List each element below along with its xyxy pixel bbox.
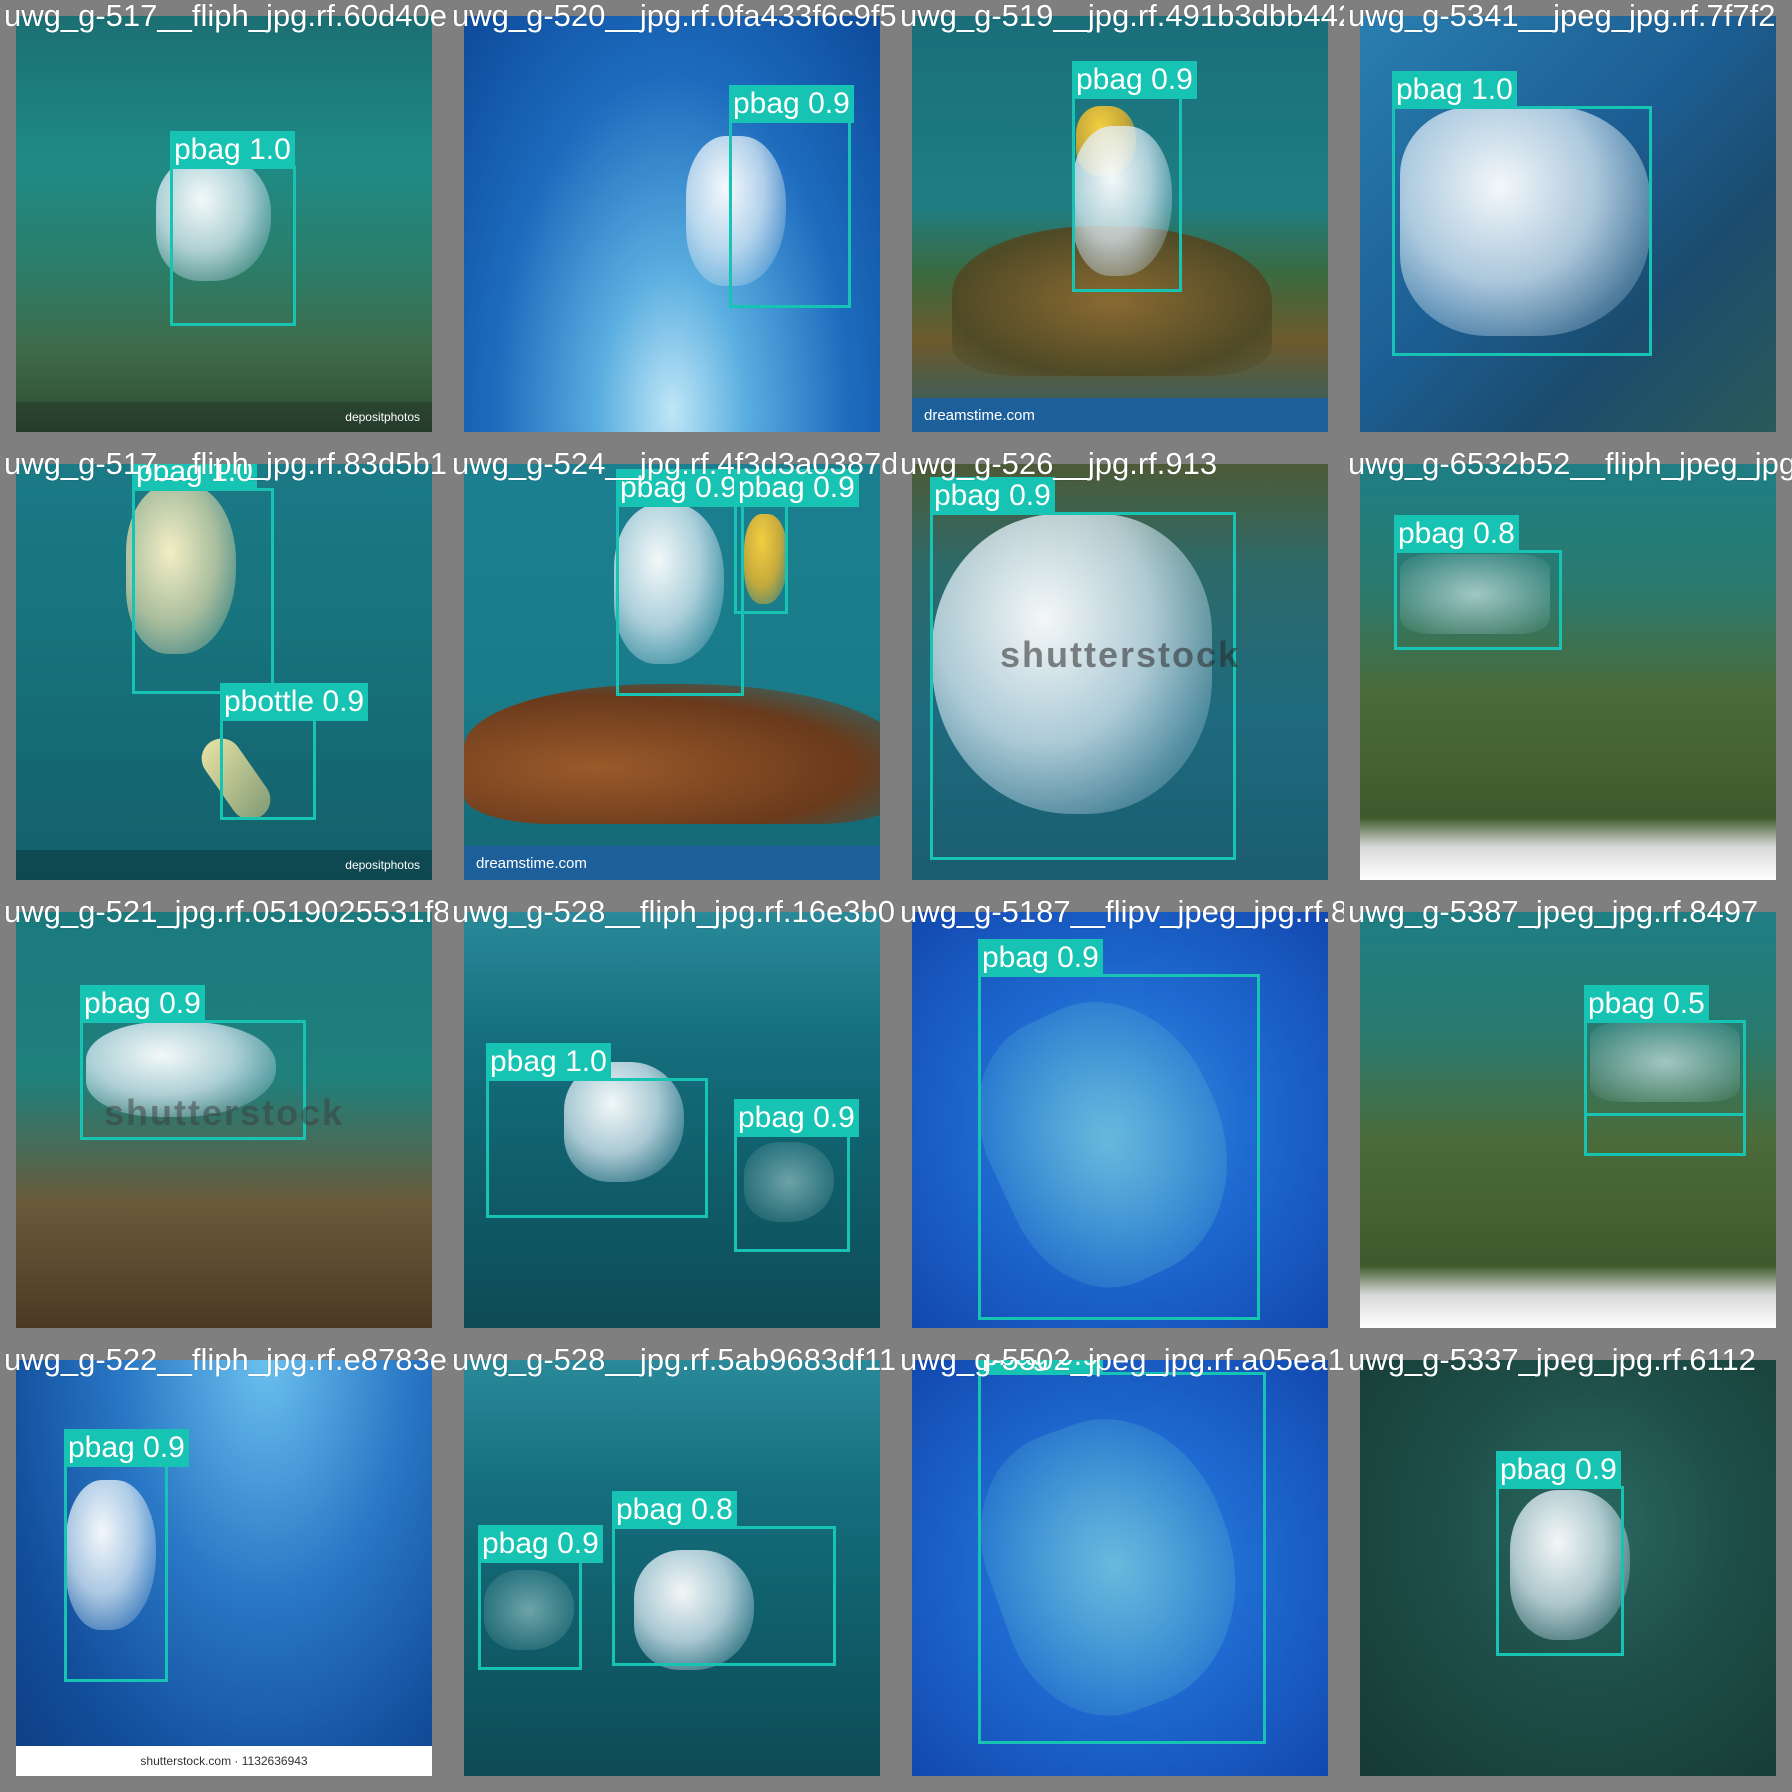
detection-box: pbag 0.9 — [729, 85, 854, 308]
coral-reef — [464, 684, 880, 824]
tile-7: pbag 0.9 shutterstock uwg_g-526__jpg.rf.… — [896, 448, 1344, 896]
underwater-scene: pbag 1.0 depositphotos — [16, 16, 432, 432]
detection-label: pbag 0.8 — [612, 1491, 737, 1529]
underwater-scene: pbag 0.9 — [1360, 1360, 1776, 1776]
detection-label: pbottle 0.9 — [220, 683, 369, 721]
tile-2: pbag 0.9 uwg_g-520__jpg.rf.0fa433f6c9f5f… — [448, 0, 896, 448]
underwater-scene: pbag 0.9 dreamstime.com — [912, 16, 1328, 432]
detection-box-overlap — [1584, 1020, 1746, 1156]
tile-6: pbag 0.9 pbag 0.9 dreamstime.com uwg_g-5… — [448, 448, 896, 896]
tile-filename: uwg_g-528__jpg.rf.5ab9683df119 — [452, 1344, 896, 1377]
detection-box: pbag 0.9 — [478, 1525, 603, 1670]
underwater-scene: pbag 0.9 — [912, 1360, 1328, 1776]
detection-box: pbag 0.9 — [64, 1429, 189, 1682]
tile-filename: uwg_g-5387_jpeg_jpg.rf.8497 — [1348, 896, 1759, 929]
tile-filename: uwg_g-5341__jpeg_jpg.rf.7f7f2 — [1348, 0, 1776, 33]
detection-mosaic: pbag 1.0 depositphotos uwg_g-517__fliph_… — [0, 0, 1792, 1792]
detection-label: pbag 0.8 — [1394, 515, 1519, 553]
detection-box: pbag 1.0 — [1392, 71, 1652, 356]
underwater-scene: pbag 0.8 — [1360, 464, 1776, 880]
tile-3: pbag 0.9 dreamstime.com uwg_g-519__jpg.r… — [896, 0, 1344, 448]
tile-5: pbag 1.0 pbottle 0.9 depositphotos uwg_g… — [0, 448, 448, 896]
watermark: shutterstock — [999, 634, 1241, 675]
tile-8: pbag 0.8 uwg_g-6532b52__fliph_jpeg_jpg.r — [1344, 448, 1792, 896]
detection-box: pbag 0.9 — [734, 469, 859, 614]
detection-box: pbag 0.9 — [616, 469, 744, 696]
tile-12: pbag 0.5 uwg_g-5387_jpeg_jpg.rf.8497 — [1344, 896, 1792, 1344]
tile-13: pbag 0.9 shutterstock.com · 1132636943 u… — [0, 1344, 448, 1792]
tile-filename: uwg_g-517__fliph_jpg.rf.83d5b1b71f247 — [4, 448, 448, 481]
detection-box: pbag 0.9 — [1072, 61, 1197, 292]
watermark: depositphotos — [16, 402, 432, 432]
detection-box: pbag 1.0 — [132, 464, 274, 694]
tile-filename: uwg_g-5187__flipv_jpeg_jpg.rf.8edb75187 — [900, 896, 1344, 929]
tile-filename: uwg_g-6532b52__fliph_jpeg_jpg.r — [1348, 448, 1792, 481]
tile-filename: uwg_g-519__jpg.rf.491b3dbb442 — [900, 0, 1344, 33]
tile-filename: uwg_g-517__fliph_jpg.rf.60d40e02065835bf… — [4, 0, 448, 33]
underwater-scene: pbag 0.9 pbag 0.8 — [464, 1360, 880, 1776]
watermark: shutterstock — [103, 1092, 345, 1133]
underwater-scene: pbag 0.5 — [1360, 912, 1776, 1328]
tile-filename: uwg_g-5502_jpeg_jpg.rf.a05ea1ac1f3 — [900, 1344, 1344, 1377]
detection-box: pbag 1.0 — [170, 131, 296, 326]
underwater-scene: pbag 0.9 — [912, 912, 1328, 1328]
detection-label: pbag 0.9 — [729, 85, 854, 123]
detection-box: pbag 1.0 — [486, 1043, 708, 1218]
underwater-scene: pbag 1.0 pbottle 0.9 depositphotos — [16, 464, 432, 880]
tile-10: pbag 1.0 pbag 0.9 uwg_g-528__fliph_jpg.r… — [448, 896, 896, 1344]
watermark: dreamstime.com — [912, 398, 1328, 432]
tile-15: pbag 0.9 uwg_g-5502_jpeg_jpg.rf.a05ea1ac… — [896, 1344, 1344, 1792]
watermark: shutterstock.com · 1132636943 — [16, 1746, 432, 1776]
detection-box: pbag 0.9 — [1496, 1451, 1624, 1656]
detection-label: pbag 1.0 — [486, 1043, 611, 1081]
watermark: depositphotos — [16, 850, 432, 880]
detection-label: pbag 0.9 — [930, 477, 1055, 515]
detection-box: pbag 0.9 — [978, 939, 1260, 1320]
detection-box: pbag 0.8 — [1394, 515, 1562, 650]
underwater-scene: pbag 0.9 shutterstock.com · 1132636943 — [16, 1360, 432, 1776]
detection-box: pbag 0.9 — [978, 1360, 1266, 1744]
tile-filename: uwg_g-524__jpg.rf.4f3d3a0387d2 — [452, 448, 896, 481]
detection-label: pbag 0.9 — [1072, 61, 1197, 99]
detection-label: pbag 0.9 — [734, 1099, 859, 1137]
tile-filename: uwg_g-520__jpg.rf.0fa433f6c9f5f9 — [452, 0, 896, 33]
detection-label: pbag 0.5 — [1584, 985, 1709, 1023]
detection-label: pbag 0.9 — [478, 1525, 603, 1563]
underwater-scene: pbag 0.9 shutterstock — [912, 464, 1328, 880]
detection-label: pbag 1.0 — [170, 131, 295, 169]
underwater-scene: pbag 1.0 pbag 0.9 — [464, 912, 880, 1328]
detection-label: pbag 1.0 — [1392, 71, 1517, 109]
tile-filename: uwg_g-528__fliph_jpg.rf.16e3b0521f412928… — [452, 896, 896, 929]
tile-14: pbag 0.9 pbag 0.8 uwg_g-528__jpg.rf.5ab9… — [448, 1344, 896, 1792]
detection-box: pbag 0.9 — [734, 1099, 859, 1252]
detection-label: pbag 0.9 — [64, 1429, 189, 1467]
tile-filename: uwg_g-526__jpg.rf.913 — [900, 448, 1218, 481]
tile-1: pbag 1.0 depositphotos uwg_g-517__fliph_… — [0, 0, 448, 448]
underwater-scene: pbag 0.9 — [464, 16, 880, 432]
underwater-scene: pbag 0.9 pbag 0.9 dreamstime.com — [464, 464, 880, 880]
tile-16: pbag 0.9 uwg_g-5337_jpeg_jpg.rf.6112 — [1344, 1344, 1792, 1792]
detection-box: pbag 0.8 — [612, 1491, 836, 1666]
tile-4: pbag 1.0 uwg_g-5341__jpeg_jpg.rf.7f7f2 — [1344, 0, 1792, 448]
watermark: dreamstime.com — [464, 846, 880, 880]
detection-label: pbag 0.9 — [978, 939, 1103, 977]
underwater-scene: pbag 1.0 — [1360, 16, 1776, 432]
tile-filename: uwg_g-522__fliph_jpg.rf.e8783e4db528 — [4, 1344, 448, 1377]
tile-filename: uwg_g-5337_jpeg_jpg.rf.6112 — [1348, 1344, 1756, 1377]
underwater-scene: pbag 0.9 shutterstock — [16, 912, 432, 1328]
detection-label: pbag 0.9 — [1496, 1451, 1621, 1489]
detection-label: pbag 0.9 — [80, 985, 205, 1023]
tile-11: pbag 0.9 uwg_g-5187__flipv_jpeg_jpg.rf.8… — [896, 896, 1344, 1344]
detection-box: pbottle 0.9 — [220, 683, 369, 820]
detection-box: pbag 0.9 — [930, 477, 1236, 860]
tile-9: pbag 0.9 shutterstock uwg_g-521_jpg.rf.0… — [0, 896, 448, 1344]
tile-filename: uwg_g-521_jpg.rf.0519025531f8860c5a88d1b… — [4, 896, 448, 929]
